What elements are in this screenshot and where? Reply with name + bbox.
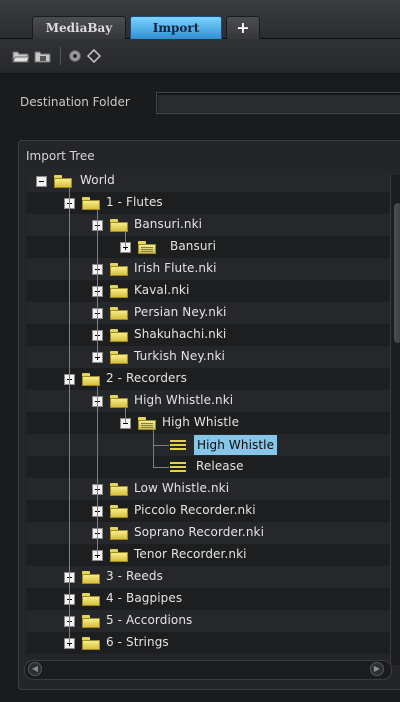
tree-node-label: Bansuri (170, 239, 217, 253)
tree-connector (97, 385, 98, 555)
tree-connector (69, 187, 70, 643)
folder-icon (110, 483, 128, 496)
scroll-left-icon[interactable]: ◀ (28, 662, 42, 676)
toolbar (0, 39, 400, 74)
folder-icon (82, 593, 100, 606)
tab-import[interactable]: Import (130, 16, 222, 39)
zone-icon (170, 462, 186, 472)
tree-row[interactable]: 4 - Bagpipes (26, 588, 392, 610)
tab-mediabay[interactable]: MediaBay (32, 16, 126, 39)
tree-row[interactable]: Kaval.nki (26, 280, 392, 302)
tree-row[interactable]: 5 - Accordions (26, 610, 392, 632)
tree-node-label: Irish Flute.nki (134, 261, 217, 275)
tree-connector (125, 407, 126, 423)
folder-icon (110, 263, 128, 276)
tree-row[interactable]: High Whistle (26, 434, 392, 456)
folder-icon (82, 571, 100, 584)
tree-row[interactable]: 3 - Reeds (26, 566, 392, 588)
collapse-icon[interactable] (36, 176, 47, 187)
open-folder-icon[interactable] (12, 49, 30, 63)
save-folder-icon[interactable] (34, 49, 52, 63)
destination-folder-field[interactable] (156, 92, 400, 114)
tree-connector (97, 209, 98, 357)
folder-icon (82, 637, 100, 650)
tab-bar: MediaBay Import + (0, 0, 400, 39)
tree-node-label: Kaval.nki (134, 283, 190, 297)
tag-icon[interactable] (87, 49, 101, 63)
tree-row[interactable]: Turkish Ney.nki (26, 346, 392, 368)
tree-row[interactable]: Persian Ney.nki (26, 302, 392, 324)
tree-node-label: Shakuhachi.nki (134, 327, 227, 341)
tree-row[interactable]: 2 - Recorders (26, 368, 392, 390)
tree-node-label: 6 - Strings (106, 635, 169, 649)
tree-row[interactable]: World (26, 170, 392, 192)
tree-connector (153, 429, 154, 467)
tree-row[interactable]: Low Whistle.nki (26, 478, 392, 500)
tree-row[interactable]: Shakuhachi.nki (26, 324, 392, 346)
folder-icon (110, 307, 128, 320)
toolbar-divider (60, 47, 61, 65)
scroll-right-icon[interactable]: ▶ (370, 662, 384, 676)
folder-icon (110, 527, 128, 540)
tree-row[interactable]: High Whistle.nki (26, 390, 392, 412)
folder-icon (110, 351, 128, 364)
tree-node-label: 5 - Accordions (106, 613, 193, 627)
tree-connector (125, 231, 126, 247)
tree-row[interactable]: Bansuri (26, 236, 392, 258)
tree-node-label: 1 - Flutes (106, 195, 163, 209)
import-tree-title: Import Tree (26, 149, 95, 163)
tree-node-label: High Whistle.nki (134, 393, 234, 407)
folder-icon (110, 505, 128, 518)
tree-row[interactable]: Tenor Recorder.nki (26, 544, 392, 566)
tree-node-label: Soprano Recorder.nki (134, 525, 265, 539)
tree-row[interactable]: Piccolo Recorder.nki (26, 500, 392, 522)
tree-node-label: Piccolo Recorder.nki (134, 503, 256, 517)
zone-icon (170, 440, 186, 450)
tree-node-label: 2 - Recorders (106, 371, 187, 385)
tree-row[interactable]: High Whistle (26, 412, 392, 434)
tree-node-label: High Whistle (162, 415, 240, 429)
tree-node-label: Tenor Recorder.nki (134, 547, 247, 561)
tree-connector (153, 445, 169, 446)
horizontal-scrollbar[interactable] (24, 660, 392, 680)
tree-node-label-selected: High Whistle (194, 435, 278, 455)
tree-row[interactable]: Soprano Recorder.nki (26, 522, 392, 544)
import-window: MediaBay Import + Destination Folder Imp… (0, 0, 400, 702)
tree-row[interactable]: 6 - Strings (26, 632, 392, 654)
vertical-scrollbar-thumb[interactable] (394, 203, 400, 343)
tree-node-label: Release (196, 459, 244, 473)
tree-row[interactable]: 1 - Flutes (26, 192, 392, 214)
tree-row[interactable]: Release (26, 456, 392, 478)
tree-node-label: Bansuri.nki (134, 217, 203, 231)
tree-row[interactable]: Irish Flute.nki (26, 258, 392, 280)
folder-icon (110, 285, 128, 298)
folder-icon (82, 615, 100, 628)
group-icon (138, 241, 156, 254)
tree-connector (153, 467, 169, 468)
tree-row[interactable]: Bansuri.nki (26, 214, 392, 236)
tree-node-label: Low Whistle.nki (134, 481, 230, 495)
tree-node-label: 4 - Bagpipes (106, 591, 183, 605)
folder-icon (110, 549, 128, 562)
destination-folder-label: Destination Folder (20, 95, 130, 109)
tree-node-label: 3 - Reeds (106, 569, 163, 583)
folder-icon (110, 329, 128, 342)
tree-node-label: Persian Ney.nki (134, 305, 227, 319)
tree-node-label: World (80, 173, 115, 187)
browse-icon[interactable] (68, 49, 82, 63)
add-tab-button[interactable]: + (226, 16, 260, 39)
tree-node-label: Turkish Ney.nki (134, 349, 225, 363)
